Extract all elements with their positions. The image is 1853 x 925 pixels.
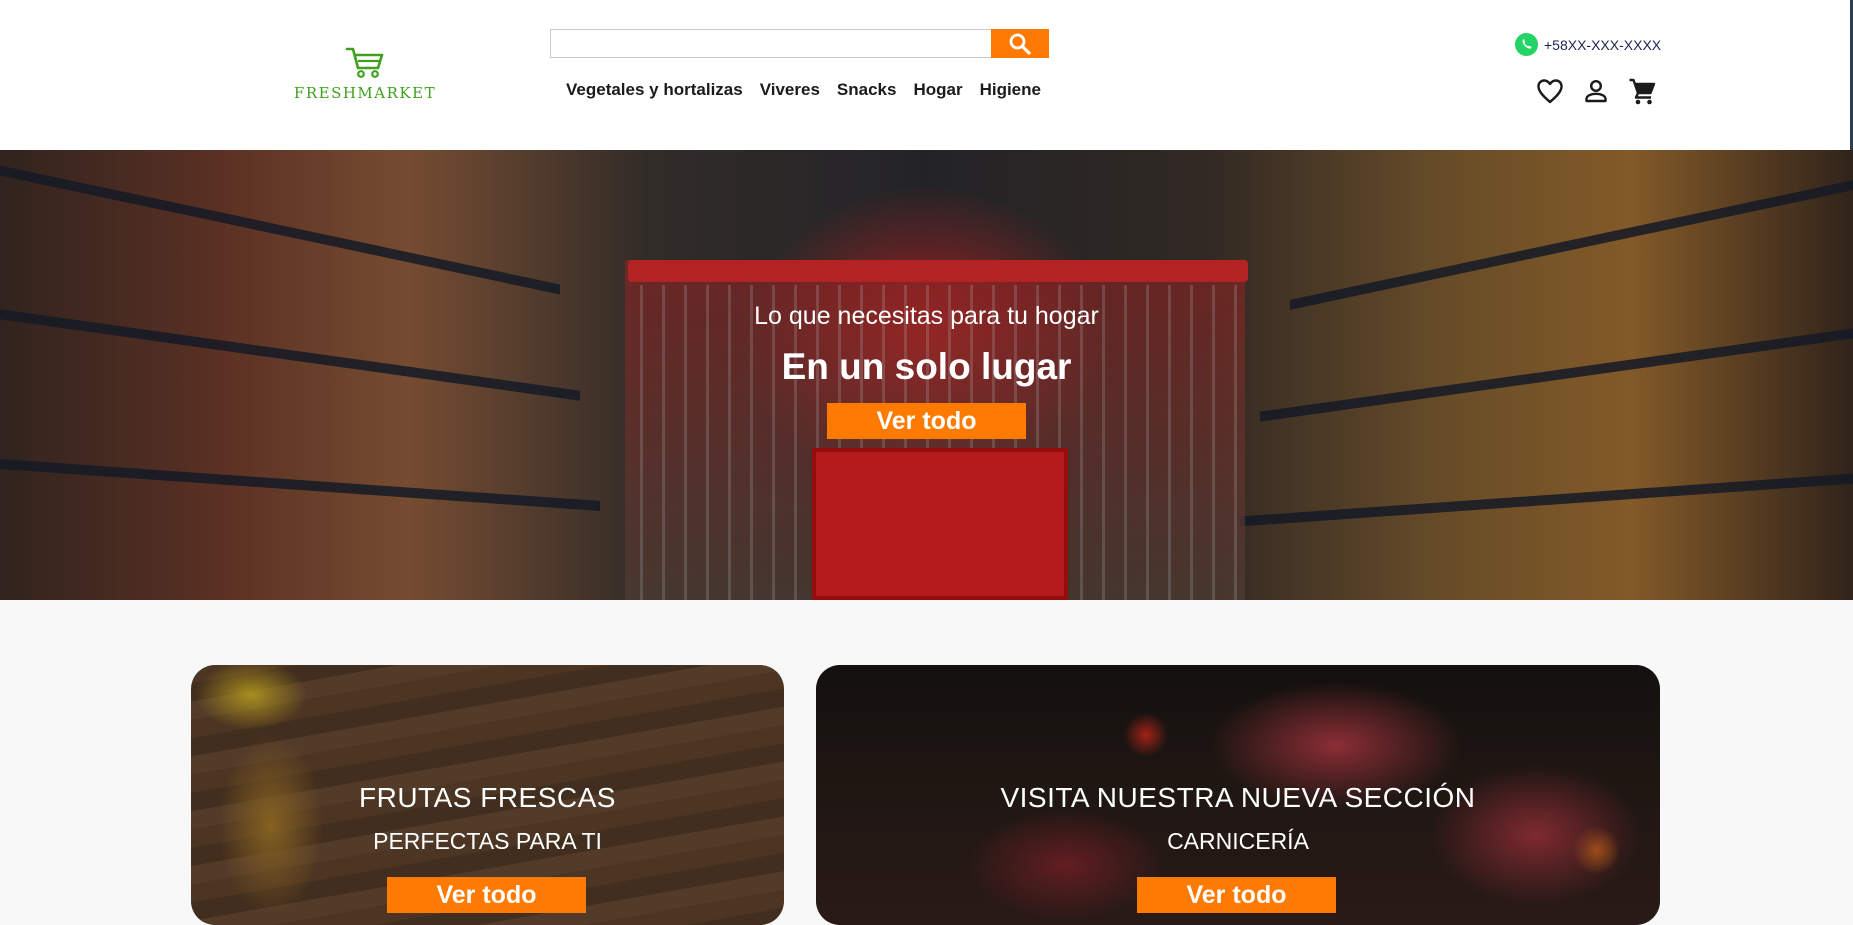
nav-item-vegetales[interactable]: Vegetales y hortalizas — [566, 80, 743, 100]
main-nav: Vegetales y hortalizas Viveres Snacks Ho… — [566, 80, 1041, 100]
search-bar — [550, 29, 1049, 58]
hero-title: En un solo lugar — [781, 346, 1072, 387]
promo-subtitle: PERFECTAS PARA TI — [373, 828, 602, 854]
nav-item-viveres[interactable]: Viveres — [760, 80, 820, 100]
promo-card-butcher[interactable]: VISITA NUESTRA NUEVA SECCIÓN CARNICERÍA … — [816, 665, 1660, 925]
shopping-cart-logo-icon — [345, 47, 384, 78]
header-actions — [1536, 77, 1656, 105]
logo[interactable]: FRESHMARKET — [290, 44, 440, 102]
cart-icon — [1629, 78, 1656, 105]
account-button[interactable] — [1582, 77, 1610, 105]
user-icon — [1585, 79, 1607, 103]
search-icon — [1009, 33, 1031, 55]
promo-subtitle: CARNICERÍA — [1167, 828, 1309, 854]
nav-item-higiene[interactable]: Higiene — [980, 80, 1041, 100]
hero-banner: Lo que necesitas para tu hogar En un sol… — [0, 150, 1853, 600]
hero-view-all-button[interactable]: Ver todo — [827, 403, 1026, 439]
hero-subtitle: Lo que necesitas para tu hogar — [754, 302, 1099, 330]
search-button[interactable] — [991, 29, 1049, 58]
brand-name: FRESHMARKET — [293, 84, 437, 102]
whatsapp-icon — [1514, 32, 1539, 57]
promo-title: VISITA NUESTRA NUEVA SECCIÓN — [1000, 782, 1476, 813]
promo-fruits-view-all-button[interactable]: Ver todo — [387, 877, 586, 913]
promo-title: FRUTAS FRESCAS — [359, 782, 616, 813]
heart-icon — [1537, 79, 1563, 104]
nav-item-snacks[interactable]: Snacks — [837, 80, 897, 100]
phone-number: +58XX-XXX-XXXX — [1544, 36, 1662, 53]
cart-button[interactable] — [1628, 77, 1656, 105]
search-input[interactable] — [551, 30, 991, 57]
promo-card-fruits[interactable]: FRUTAS FRESCAS PERFECTAS PARA TI Ver tod… — [191, 665, 784, 925]
nav-item-hogar[interactable]: Hogar — [913, 80, 962, 100]
site-header: FRESHMARKET Vegetales y hortalizas Viver… — [0, 0, 1853, 150]
promo-butcher-view-all-button[interactable]: Ver todo — [1137, 877, 1336, 913]
wishlist-button[interactable] — [1536, 77, 1564, 105]
whatsapp-contact[interactable]: +58XX-XXX-XXXX — [1514, 32, 1661, 57]
